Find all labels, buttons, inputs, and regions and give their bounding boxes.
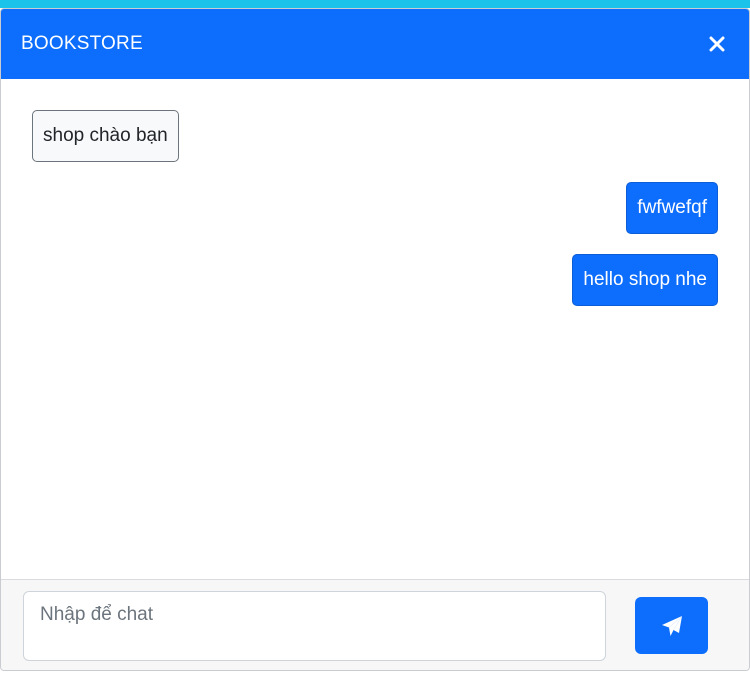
message-list[interactable]: shop chào bạn fwfwefqf hello shop nhe (1, 79, 749, 579)
chat-title: BOOKSTORE (21, 33, 143, 54)
paper-plane-icon (660, 614, 684, 638)
chat-window: BOOKSTORE shop chào bạn fwfwefqf hello s… (0, 8, 750, 671)
chat-footer (1, 579, 749, 670)
chat-header: BOOKSTORE (1, 9, 749, 79)
outgoing-message: hello shop nhe (572, 254, 718, 306)
chat-input[interactable] (23, 591, 606, 661)
send-button[interactable] (635, 597, 708, 654)
incoming-message: shop chào bạn (32, 110, 179, 162)
outgoing-message: fwfwefqf (626, 182, 718, 234)
top-accent-strip (0, 0, 750, 8)
close-icon[interactable] (705, 32, 729, 56)
